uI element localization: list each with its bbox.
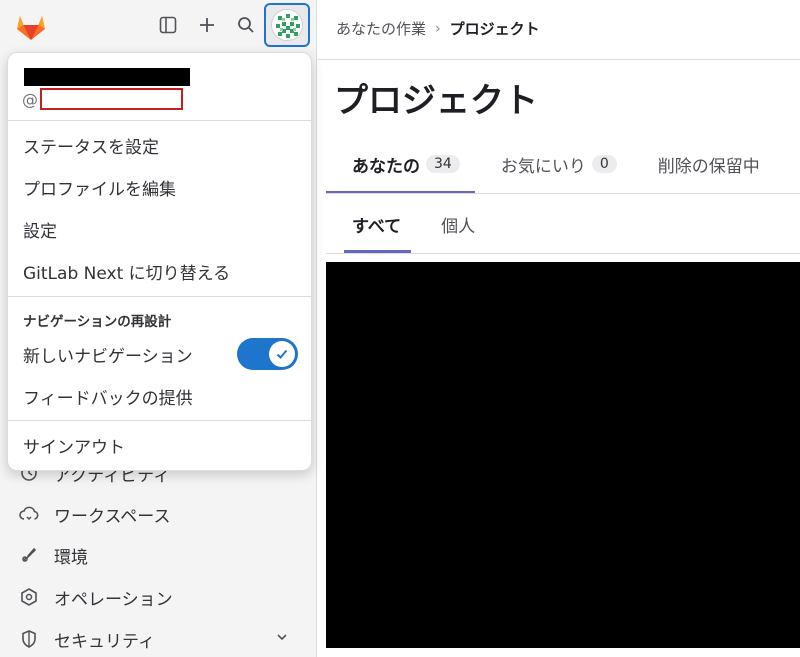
search-icon[interactable] [231,10,261,40]
check-icon [269,341,295,367]
breadcrumb-parent[interactable]: あなたの作業 [336,18,426,39]
filter-subtabs: すべて 個人 [326,195,489,253]
provide-feedback-item[interactable]: フィードバックの提供 [23,381,193,411]
avatar [271,9,303,41]
sidebar-item-label: ワークスペース [54,506,171,527]
cloud-icon [18,503,40,525]
divider [8,296,311,297]
user-handle: @ [22,86,183,112]
user-avatar-button[interactable] [264,3,310,47]
breadcrumb-current[interactable]: プロジェクト [450,18,540,39]
sidebar-item-environments[interactable]: 環境 [18,537,88,573]
divider [318,59,800,60]
rocket-icon [18,544,40,566]
chevron-down-icon[interactable] [275,629,289,649]
new-navigation-label: 新しいナビゲーション [23,346,193,367]
divider [326,193,800,194]
sidebar-item-workspaces[interactable]: ワークスペース [18,496,170,532]
sidebar-item-label: セキュリティ [54,631,155,652]
switch-gitlab-next-item[interactable]: GitLab Next に切り替える [23,256,230,286]
deployments-icon [18,586,40,608]
preferences-item[interactable]: 設定 [23,214,57,244]
sidebar-item-label: オペレーション [54,589,173,610]
sidebar-header [0,0,317,54]
divider [326,253,800,254]
plus-icon[interactable] [192,10,222,40]
divider [8,120,311,121]
tab-pending-deletion[interactable]: 削除の保留中 [632,134,775,194]
tab-label: 削除の保留中 [657,156,760,177]
gitlab-logo[interactable] [13,8,49,44]
tab-label: あなたの [352,156,420,177]
sidebar-item-operations[interactable]: オペレーション [18,579,173,615]
username-redacted [40,88,183,110]
sidebar-item-security[interactable]: セキュリティ [18,621,303,657]
tab-yours[interactable]: あなたの 34 [326,134,475,194]
breadcrumb-separator: › [435,20,441,37]
main-content: あなたの作業 › プロジェクト プロジェクト あなたの 34 お気にいり 0 削… [318,0,800,657]
divider [8,420,311,421]
sign-out-item[interactable]: サインアウト [23,430,125,460]
handle-prefix: @ [22,89,38,109]
count-badge: 0 [591,155,617,173]
project-tabs: あなたの 34 お気にいり 0 削除の保留中 [326,134,775,194]
set-status-item[interactable]: ステータスを設定 [23,130,159,160]
tab-label: お気にいり [500,156,586,177]
sidebar-toggle-icon[interactable] [153,10,183,40]
tab-starred[interactable]: お気にいり 0 [475,134,632,194]
project-list-redacted [326,262,800,648]
subtab-personal[interactable]: 個人 [415,195,489,253]
user-name-redacted [24,68,190,86]
breadcrumb: あなたの作業 › プロジェクト [336,18,540,39]
user-menu-dropdown: @ ステータスを設定 プロファイルを編集 設定 GitLab Next に切り替… [7,52,312,471]
new-navigation-toggle[interactable] [237,338,298,370]
page-title: プロジェクト [334,81,538,121]
count-badge: 34 [426,155,460,173]
nav-redesign-heading: ナビゲーションの再設計 [23,314,172,330]
sidebar-item-label: 環境 [54,547,88,568]
subtab-all[interactable]: すべて [326,195,415,253]
edit-profile-item[interactable]: プロファイルを編集 [23,172,176,202]
shield-icon [18,628,40,650]
